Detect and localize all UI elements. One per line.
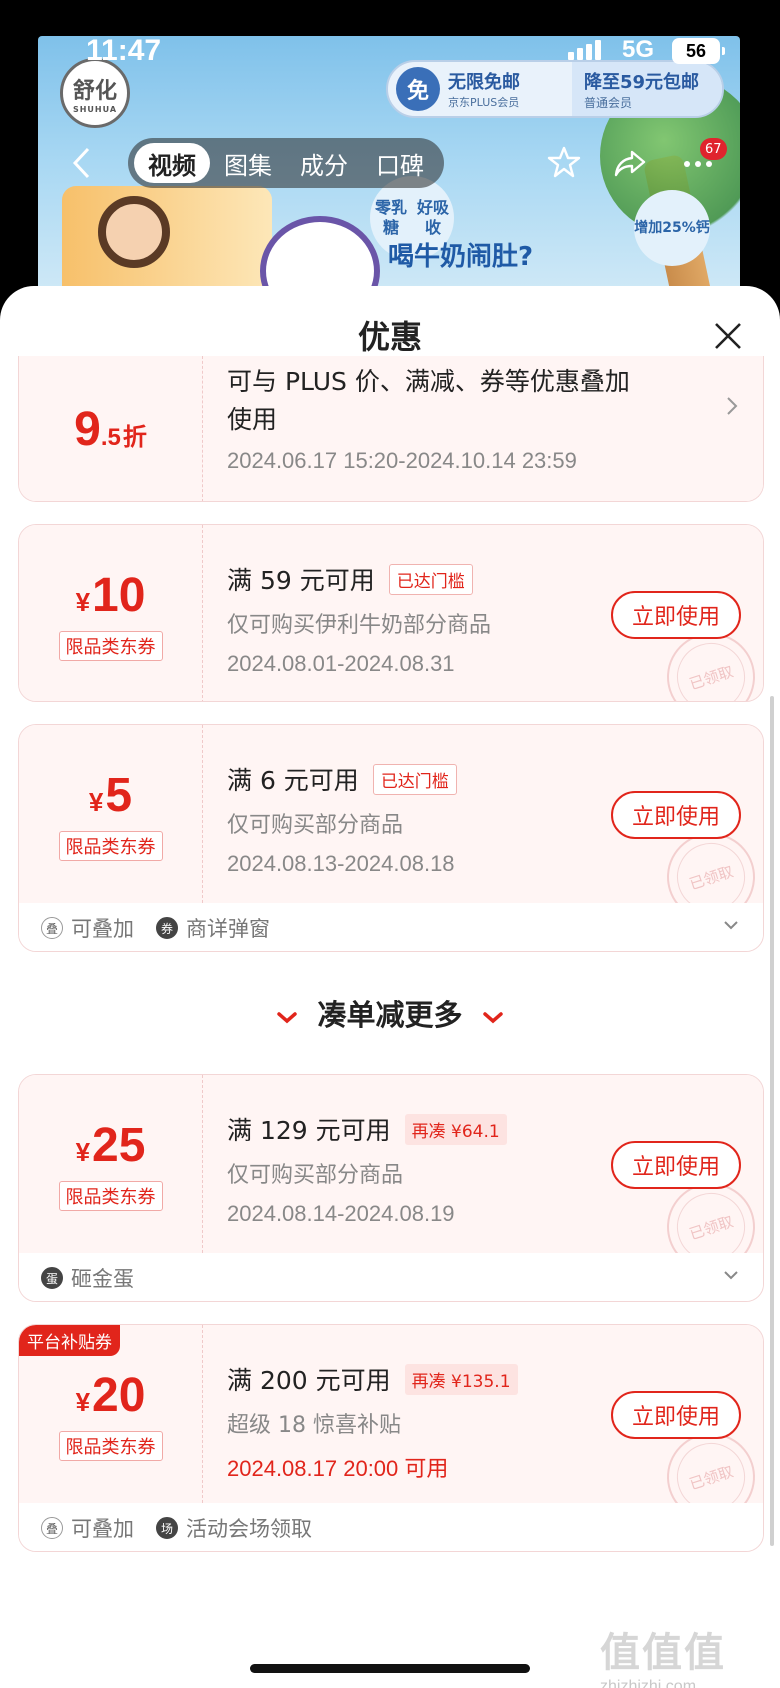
use-now-button[interactable]: 立即使用 [611,1391,741,1439]
coupon-validity: 2024.08.01-2024.08.31 [227,651,455,676]
footer-tag: 砸金蛋 [71,1267,134,1291]
star-icon[interactable] [546,144,582,180]
coupon-footer: 叠可叠加 券商详弹窗 [19,903,763,951]
coupon-condition: 满 59 元可用 [227,566,375,595]
tab-gallery[interactable]: 图集 [210,143,286,183]
home-indicator[interactable] [250,1664,530,1673]
coupon-footer: 叠可叠加 场活动会场领取 [19,1503,763,1551]
tab-reviews[interactable]: 口碑 [362,143,438,183]
stackable-icon: 叠 [41,917,63,939]
coupon-type-tag: 限品类东券 [58,830,163,861]
footer-tag: 商详弹窗 [186,917,270,941]
feature-bubble-calcium: 增加 25%钙 [634,190,710,266]
threshold-badge: 已达门槛 [388,563,473,595]
network-type: 5G [622,36,655,63]
coupon-start-time: 2024.08.17 20:00 可用 [227,1456,449,1481]
coupon-condition: 满 129 元可用 [227,1116,391,1145]
coupon-card[interactable]: ¥10 限品类东券 满 59 元可用 已达门槛 仅可购买伊利牛奶部分商品 2024… [18,524,764,702]
coupon-value: ¥25 限品类东券 [19,1075,203,1253]
platform-subsidy-tag: 平台补贴券 [19,1325,120,1356]
coupon-condition-cont: 使用 [227,405,278,434]
coupon-card[interactable]: 平台补贴券 ¥20 限品类东券 满 200 元可用 再凑 ¥135.1 超级 18… [18,1324,764,1552]
use-now-button[interactable]: 立即使用 [611,1141,741,1189]
coupon-condition: 可与 PLUS 价、满减、券等优惠叠加 [227,367,630,396]
footer-tag: 活动会场领取 [186,1517,312,1541]
battery-icon: 56 [672,38,725,64]
status-time: 11:47 [86,34,162,67]
coupon-condition: 满 200 元可用 [227,1366,391,1395]
stackable-icon: 叠 [41,1517,63,1539]
coupon-validity: 2024.06.17 15:20-2024.10.14 23:59 [227,448,577,473]
sheet-title: 优惠 [357,318,422,356]
footer-tag: 可叠加 [71,1517,134,1541]
chevron-down-icon [276,1006,306,1031]
product-nav-bar: 视频 图集 成分 口碑 67 [0,132,780,192]
use-now-button[interactable]: 立即使用 [611,591,741,639]
coupon-type-tag: 限品类东券 [58,630,163,661]
coupon-source-icon: 券 [156,917,178,939]
coupon-validity: 2024.08.13-2024.08.18 [227,851,455,876]
gap-badge: 再凑 ¥64.1 [404,1113,507,1145]
coupon-validity: 2024.08.14-2024.08.19 [227,1201,455,1226]
coupon-card[interactable]: ¥5 限品类东券 满 6 元可用 已达门槛 仅可购买部分商品 2024.08.13… [18,724,764,952]
scrollbar[interactable] [770,696,774,1546]
chevron-down-icon[interactable] [721,915,741,940]
media-tabs: 视频 图集 成分 口碑 [128,138,444,188]
footer-tag: 可叠加 [71,917,134,941]
message-count-badge: 67 [700,138,727,160]
gap-badge: 再凑 ¥135.1 [404,1363,518,1395]
coupon-value: ¥5 限品类东券 [19,725,203,903]
threshold-badge: 已达门槛 [372,763,457,795]
coupon-value: ¥10 限品类东券 [19,525,203,701]
coupon-type-tag: 限品类东券 [58,1430,163,1461]
chevron-right-icon[interactable] [725,394,739,425]
coupon-card[interactable]: ¥25 限品类东券 满 129 元可用 再凑 ¥64.1 仅可购买部分商品 202… [18,1074,764,1302]
coupon-condition: 满 6 元可用 [227,766,359,795]
chevron-down-icon [475,1006,505,1031]
status-bar: 11:47 5G 56 [0,0,780,90]
golden-egg-icon: 蛋 [41,1267,63,1289]
back-icon[interactable] [70,146,94,179]
section-more-savings: 凑单减更多 [0,992,780,1034]
share-icon[interactable] [612,144,648,180]
coupon-value: 9.5 折 [19,356,203,501]
tab-ingredients[interactable]: 成分 [286,143,362,183]
use-now-button[interactable]: 立即使用 [611,791,741,839]
coupon-type-tag: 限品类东券 [58,1180,163,1211]
coupon-footer: 蛋砸金蛋 [19,1253,763,1301]
tab-video[interactable]: 视频 [134,143,210,183]
signal-icon [568,40,601,60]
discount-sheet: 优惠 9.5 折 可与 PLUS 价、满减、券等优惠叠加 使用 2024.06.1… [0,286,780,1688]
close-icon[interactable] [708,316,748,356]
chevron-down-icon[interactable] [721,1265,741,1290]
kid-illustration [98,196,170,268]
coupon-card-discount[interactable]: 9.5 折 可与 PLUS 价、满减、券等优惠叠加 使用 2024.06.17 1… [18,356,764,502]
watermark: 值值值 zhizhizhi.com [600,1631,726,1688]
venue-icon: 场 [156,1517,178,1539]
promo-headline: 喝牛奶闹肚? [388,242,534,272]
